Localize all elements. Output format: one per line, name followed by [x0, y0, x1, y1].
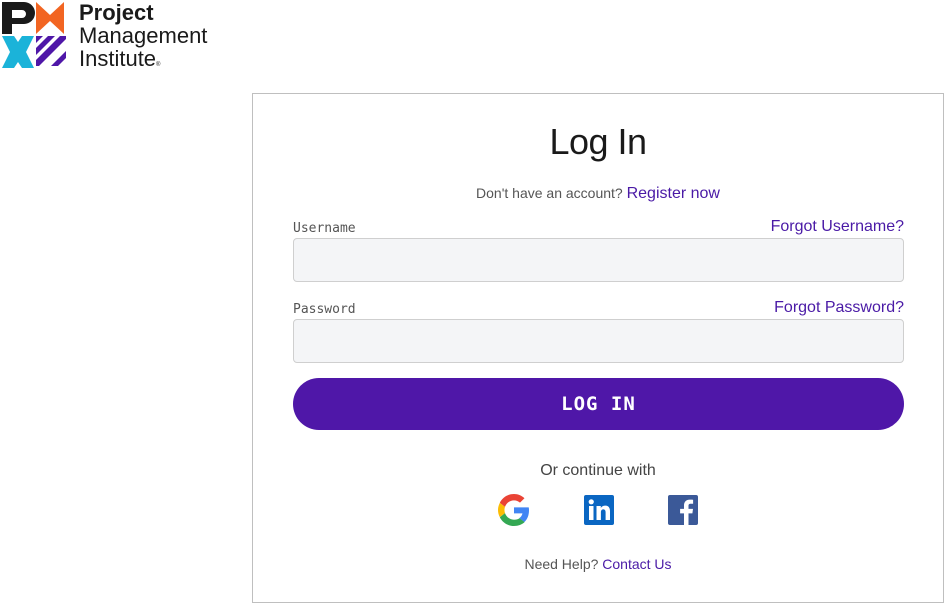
linkedin-login-button[interactable] [583, 494, 615, 526]
password-label: Password [293, 302, 356, 317]
forgot-password-link[interactable]: Forgot Password? [774, 299, 904, 317]
help-prompt: Need Help? Contact Us [253, 556, 943, 572]
logo-line-management: Management [79, 23, 208, 48]
forgot-username-link[interactable]: Forgot Username? [771, 218, 904, 236]
login-page: Project Management Institute® Log In Don… [0, 0, 949, 608]
login-card: Log In Don't have an account? Register n… [252, 93, 944, 603]
linkedin-icon [584, 495, 614, 525]
continue-with-text: Or continue with [540, 462, 656, 479]
username-label-row: Username Forgot Username? [293, 216, 904, 236]
logo-line-institute-text: Institute [79, 46, 157, 71]
contact-us-link[interactable]: Contact Us [602, 556, 671, 572]
logo-line-institute: Institute® [79, 47, 207, 77]
page-title: Log In [549, 121, 647, 162]
register-link[interactable]: Register now [627, 185, 720, 202]
facebook-login-button[interactable] [667, 494, 699, 526]
pmi-logo[interactable]: Project Management Institute® [2, 1, 232, 70]
password-input[interactable] [293, 319, 904, 363]
password-label-row: Password Forgot Password? [293, 297, 904, 317]
no-account-text: Don't have an account? [476, 185, 623, 201]
username-label: Username [293, 221, 356, 236]
logo-trademark: ® [156, 62, 161, 68]
facebook-icon [668, 495, 698, 525]
social-login-row [253, 494, 943, 526]
pmi-logo-text: Project Management Institute® [79, 1, 207, 77]
register-prompt: Don't have an account? Register now [253, 185, 943, 203]
need-help-text: Need Help? [524, 556, 599, 572]
pmi-logo-mark-icon [2, 2, 66, 68]
google-icon [498, 494, 529, 526]
username-input[interactable] [293, 238, 904, 282]
login-button[interactable]: LOG IN [293, 378, 904, 430]
logo-line-project: Project [79, 0, 154, 25]
google-login-button[interactable] [498, 494, 530, 526]
